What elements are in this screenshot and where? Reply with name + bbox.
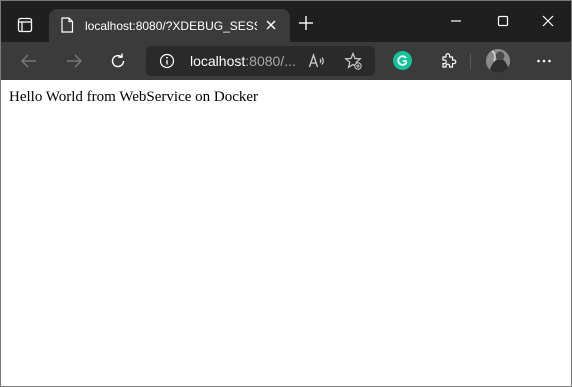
address-bar[interactable]: localhost:8080/... (146, 46, 375, 76)
title-bar: localhost:8080/?XDEBUG_SESSION (1, 1, 571, 42)
page-body-text: Hello World from WebService on Docker (9, 89, 259, 105)
info-icon[interactable] (159, 53, 175, 69)
browser-toolbar: localhost:8080/... (1, 42, 571, 80)
browser-tab[interactable]: localhost:8080/?XDEBUG_SESSION (49, 9, 290, 42)
arrow-right-icon (67, 54, 82, 68)
page-content: Hello World from WebService on Docker (1, 80, 571, 386)
settings-and-more-button[interactable] (533, 50, 555, 72)
forward-button[interactable] (63, 50, 85, 72)
close-icon (542, 15, 554, 27)
read-aloud-icon[interactable] (308, 52, 326, 70)
extensions-button[interactable] (437, 50, 459, 72)
browser-window: localhost:8080/?XDEBUG_SESSION (0, 0, 572, 387)
minimize-button[interactable] (444, 11, 468, 31)
minimize-icon (451, 20, 461, 22)
new-tab-button[interactable] (297, 14, 315, 32)
puzzle-icon (442, 53, 457, 68)
maximize-button[interactable] (491, 11, 515, 31)
avatar[interactable] (486, 49, 510, 73)
reload-icon (111, 53, 125, 68)
url-text[interactable]: localhost:8080/... (190, 52, 300, 70)
close-window-button[interactable] (536, 11, 560, 31)
star-add-icon[interactable] (344, 52, 362, 70)
arrow-left-icon (21, 54, 36, 68)
back-button[interactable] (18, 50, 40, 72)
page-icon (61, 17, 74, 33)
url-host: localhost (190, 53, 246, 69)
reload-button[interactable] (107, 50, 129, 72)
toolbar-separator (470, 53, 471, 69)
tab-close-icon[interactable] (264, 18, 278, 32)
grammarly-icon[interactable] (393, 51, 412, 70)
maximize-icon (497, 15, 509, 27)
more-icon (537, 59, 551, 63)
tab-title: localhost:8080/?XDEBUG_SESSION (85, 19, 257, 33)
url-rest: :8080/... (245, 53, 296, 69)
tab-actions-icon[interactable] (11, 13, 39, 37)
